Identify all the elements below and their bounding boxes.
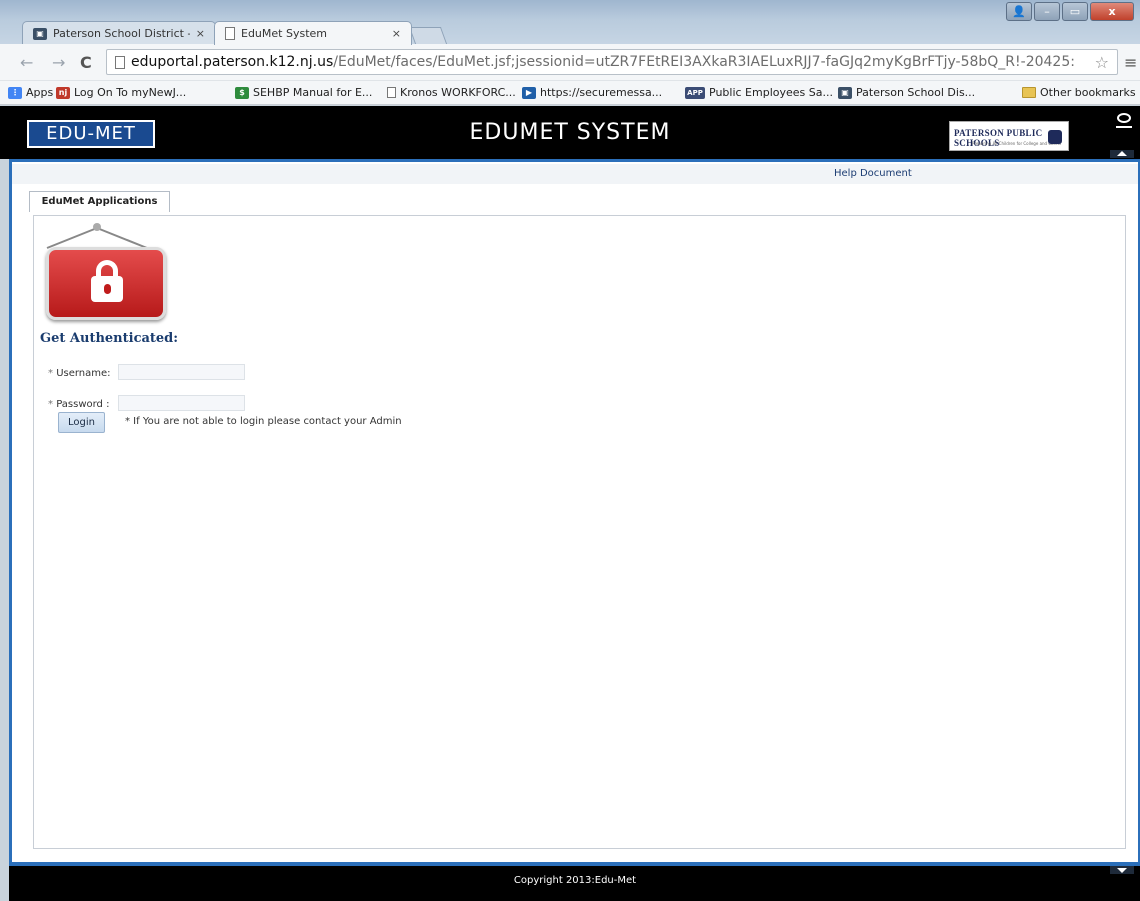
page-favicon-icon — [225, 27, 235, 40]
bookmark-label: Apps — [26, 86, 54, 99]
school-icon: ▣ — [838, 86, 852, 99]
bookmark-apps[interactable]: ⋮ Apps — [8, 86, 53, 99]
tab-edumet-applications[interactable]: EduMet Applications — [29, 191, 170, 212]
bookmark-sehbp[interactable]: $ SEHBP Manual for E... — [235, 86, 372, 99]
minimize-icon[interactable]: – — [1034, 2, 1060, 21]
username-label-text: Username: — [56, 368, 111, 379]
password-label-text: Password : — [56, 399, 110, 410]
forward-arrow-icon[interactable]: → — [52, 53, 65, 72]
sehbp-icon: $ — [235, 86, 249, 99]
browser-tab-edumet[interactable]: EduMet System × — [214, 21, 412, 45]
tab-title: Paterson School District - — [53, 27, 190, 40]
bookmark-label: https://securemessa... — [540, 86, 663, 99]
browser-tab-paterson[interactable]: ▣ Paterson School District - × — [22, 21, 216, 45]
arrow-icon: ▶ — [522, 86, 536, 99]
browser-menu-icon[interactable]: ≡ — [1124, 53, 1137, 72]
maximize-icon[interactable]: ▭ — [1062, 2, 1088, 21]
bookmark-paterson[interactable]: ▣ Paterson School Dis... — [838, 86, 975, 99]
toggle-bar-icon — [1116, 126, 1132, 128]
username-input[interactable] — [118, 364, 245, 380]
help-document-link[interactable]: Help Document — [834, 168, 912, 179]
bookmark-label: Kronos WORKFORC... — [400, 86, 516, 99]
login-help-note: * If You are not able to login please co… — [125, 416, 402, 427]
address-bar[interactable]: eduportal.paterson.k12.nj.us/EduMet/face… — [106, 49, 1118, 75]
reload-icon[interactable]: C — [80, 53, 92, 72]
app-icon: APP — [685, 86, 705, 99]
paterson-schools-logo: PATERSON PUBLIC SCHOOLS Preparing All Ch… — [949, 121, 1069, 151]
graduation-cap-icon — [1048, 130, 1062, 144]
toggle-icon[interactable] — [1117, 113, 1131, 123]
username-label: * Username: — [48, 368, 111, 379]
lock-icon — [46, 247, 166, 320]
bookmark-other[interactable]: Other bookmarks — [1022, 86, 1136, 99]
close-icon[interactable]: × — [392, 27, 401, 40]
bookmark-label: Other bookmarks — [1040, 86, 1136, 99]
apps-grid-icon: ⋮ — [8, 86, 22, 99]
browser-toolbar: ← → C eduportal.paterson.k12.nj.us/EduMe… — [0, 44, 1140, 81]
required-mark: * — [48, 368, 53, 379]
browser-titlebar: ▣ Paterson School District - × EduMet Sy… — [0, 0, 1140, 45]
window-close-icon[interactable]: x — [1090, 2, 1134, 21]
content-frame: Help Document EduMet Applications — [9, 159, 1140, 866]
app-footer: Copyright 2013:Edu-Met — [9, 866, 1140, 901]
scroll-up-icon[interactable] — [1110, 150, 1134, 158]
window-controls: 👤 – ▭ x — [1006, 2, 1134, 21]
bookmark-mynewj[interactable]: nj Log On To myNewJ... — [56, 86, 186, 99]
required-mark: * — [48, 399, 53, 410]
user-profile-icon[interactable]: 👤 — [1006, 2, 1032, 21]
scroll-down-icon[interactable] — [1110, 866, 1134, 874]
folder-icon — [1022, 87, 1036, 98]
auth-heading: Get Authenticated: — [40, 331, 179, 346]
url-host: eduportal.paterson.k12.nj.us — [131, 54, 334, 70]
page-icon — [387, 87, 396, 98]
bookmark-label: SEHBP Manual for E... — [253, 86, 373, 99]
bookmark-label: Log On To myNewJ... — [74, 86, 187, 99]
page-icon — [115, 55, 125, 69]
tab-title: EduMet System — [241, 27, 327, 40]
school-favicon-icon: ▣ — [33, 27, 47, 40]
password-input[interactable] — [118, 395, 245, 411]
bookmark-public-employees[interactable]: APP Public Employees Sa... — [685, 86, 833, 99]
keyhole-icon — [104, 284, 111, 294]
help-bar: Help Document — [12, 164, 1138, 184]
bookmark-star-icon[interactable]: ☆ — [1095, 53, 1109, 72]
applications-panel — [33, 215, 1126, 849]
nj-icon: nj — [56, 86, 70, 99]
bookmark-label: Paterson School Dis... — [856, 86, 976, 99]
back-arrow-icon[interactable]: ← — [20, 53, 33, 72]
hanger-string-icon — [46, 223, 148, 249]
bookmark-kronos[interactable]: Kronos WORKFORC... — [387, 86, 516, 99]
lock-body — [91, 276, 123, 302]
new-tab-button[interactable] — [408, 27, 448, 44]
bookmark-label: Public Employees Sa... — [709, 86, 833, 99]
content-area: Help Document EduMet Applications — [12, 162, 1138, 862]
copyright-text: Copyright 2013:Edu-Met — [513, 875, 637, 886]
password-label: * Password : — [48, 399, 109, 410]
url-path: /EduMet/faces/EduMet.jsf;jsessionid=utZR… — [333, 54, 1075, 70]
bookmarks-bar: ⋮ Apps nj Log On To myNewJ... $ SEHBP Ma… — [0, 81, 1140, 105]
close-icon[interactable]: × — [196, 27, 205, 40]
login-button[interactable]: Login — [58, 412, 105, 433]
bookmark-securemessage[interactable]: ▶ https://securemessa... — [522, 86, 662, 99]
